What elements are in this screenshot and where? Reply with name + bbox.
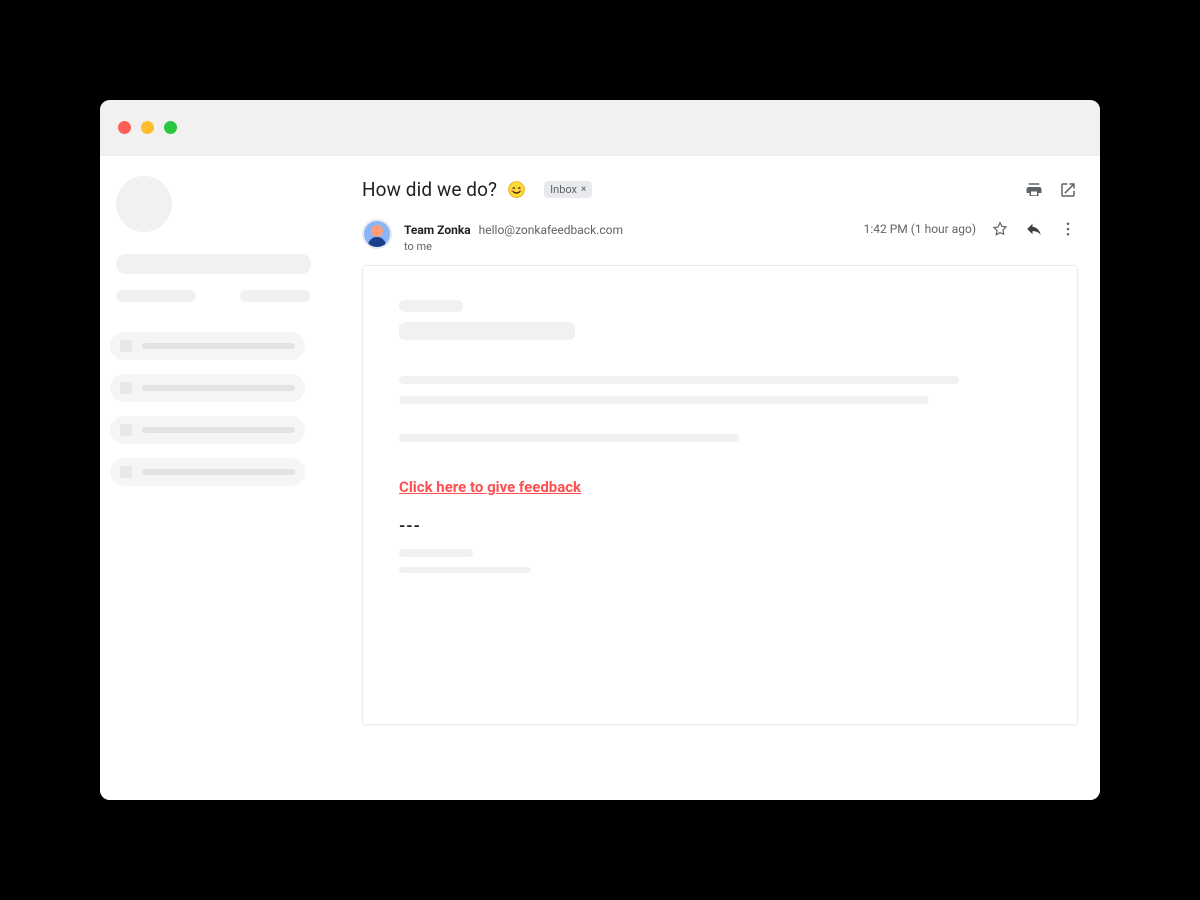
sidebar-nav — [110, 332, 322, 486]
email-subject: How did we do? — [362, 178, 497, 201]
body-line-placeholder — [399, 396, 929, 404]
body-line-placeholder — [399, 434, 739, 442]
window-traffic-lights — [118, 121, 177, 134]
minimize-window-button[interactable] — [141, 121, 154, 134]
sidebar-item-placeholder[interactable] — [110, 374, 305, 402]
sender-avatar[interactable] — [362, 219, 392, 249]
sender-email: hello@zonkafeedback.com — [479, 223, 623, 237]
more-button[interactable] — [1058, 219, 1078, 239]
greeting-placeholder — [399, 300, 463, 312]
sender-line: Team Zonka hello@zonkafeedback.com — [404, 219, 623, 238]
smile-emoji-icon — [507, 180, 526, 199]
sender-row: Team Zonka hello@zonkafeedback.com to me… — [362, 219, 1078, 253]
signature-divider: --- — [399, 516, 1041, 535]
label-chip-inbox[interactable]: Inbox × — [544, 181, 592, 198]
print-icon — [1025, 181, 1043, 199]
feedback-link[interactable]: Click here to give feedback — [399, 478, 581, 496]
signature-line-placeholder — [399, 549, 473, 557]
sidebar-item-placeholder[interactable] — [110, 332, 305, 360]
compose-button-placeholder[interactable] — [116, 254, 311, 274]
sidebar-sublink-placeholder[interactable] — [240, 290, 310, 302]
zoom-window-button[interactable] — [164, 121, 177, 134]
reply-icon — [1025, 220, 1043, 238]
remove-label-icon[interactable]: × — [581, 185, 586, 195]
print-button[interactable] — [1024, 180, 1044, 200]
body-line-placeholder — [399, 376, 959, 384]
recipient-line[interactable]: to me — [404, 240, 623, 253]
reply-button[interactable] — [1024, 219, 1044, 239]
close-window-button[interactable] — [118, 121, 131, 134]
star-button[interactable] — [990, 219, 1010, 239]
message-timestamp: 1:42 PM (1 hour ago) — [864, 222, 976, 236]
message-pane: How did we do? Inbox × — [340, 156, 1100, 800]
star-outline-icon — [991, 220, 1009, 238]
sidebar — [100, 156, 340, 800]
label-chip-text: Inbox — [550, 183, 577, 196]
subject-row: How did we do? Inbox × — [362, 178, 1078, 201]
account-avatar-placeholder[interactable] — [116, 176, 172, 232]
message-body: Click here to give feedback --- — [362, 265, 1078, 725]
sidebar-sub-links — [116, 290, 322, 302]
sidebar-sublink-placeholder[interactable] — [116, 290, 196, 302]
sidebar-item-placeholder[interactable] — [110, 416, 305, 444]
sender-name: Team Zonka — [404, 223, 471, 237]
sidebar-item-placeholder[interactable] — [110, 458, 305, 486]
headline-placeholder — [399, 322, 575, 340]
app-window: How did we do? Inbox × — [100, 100, 1100, 800]
open-new-window-button[interactable] — [1058, 180, 1078, 200]
open-external-icon — [1059, 181, 1077, 199]
signature-line-placeholder — [399, 567, 531, 573]
titlebar — [100, 100, 1100, 156]
more-vertical-icon — [1059, 220, 1077, 238]
